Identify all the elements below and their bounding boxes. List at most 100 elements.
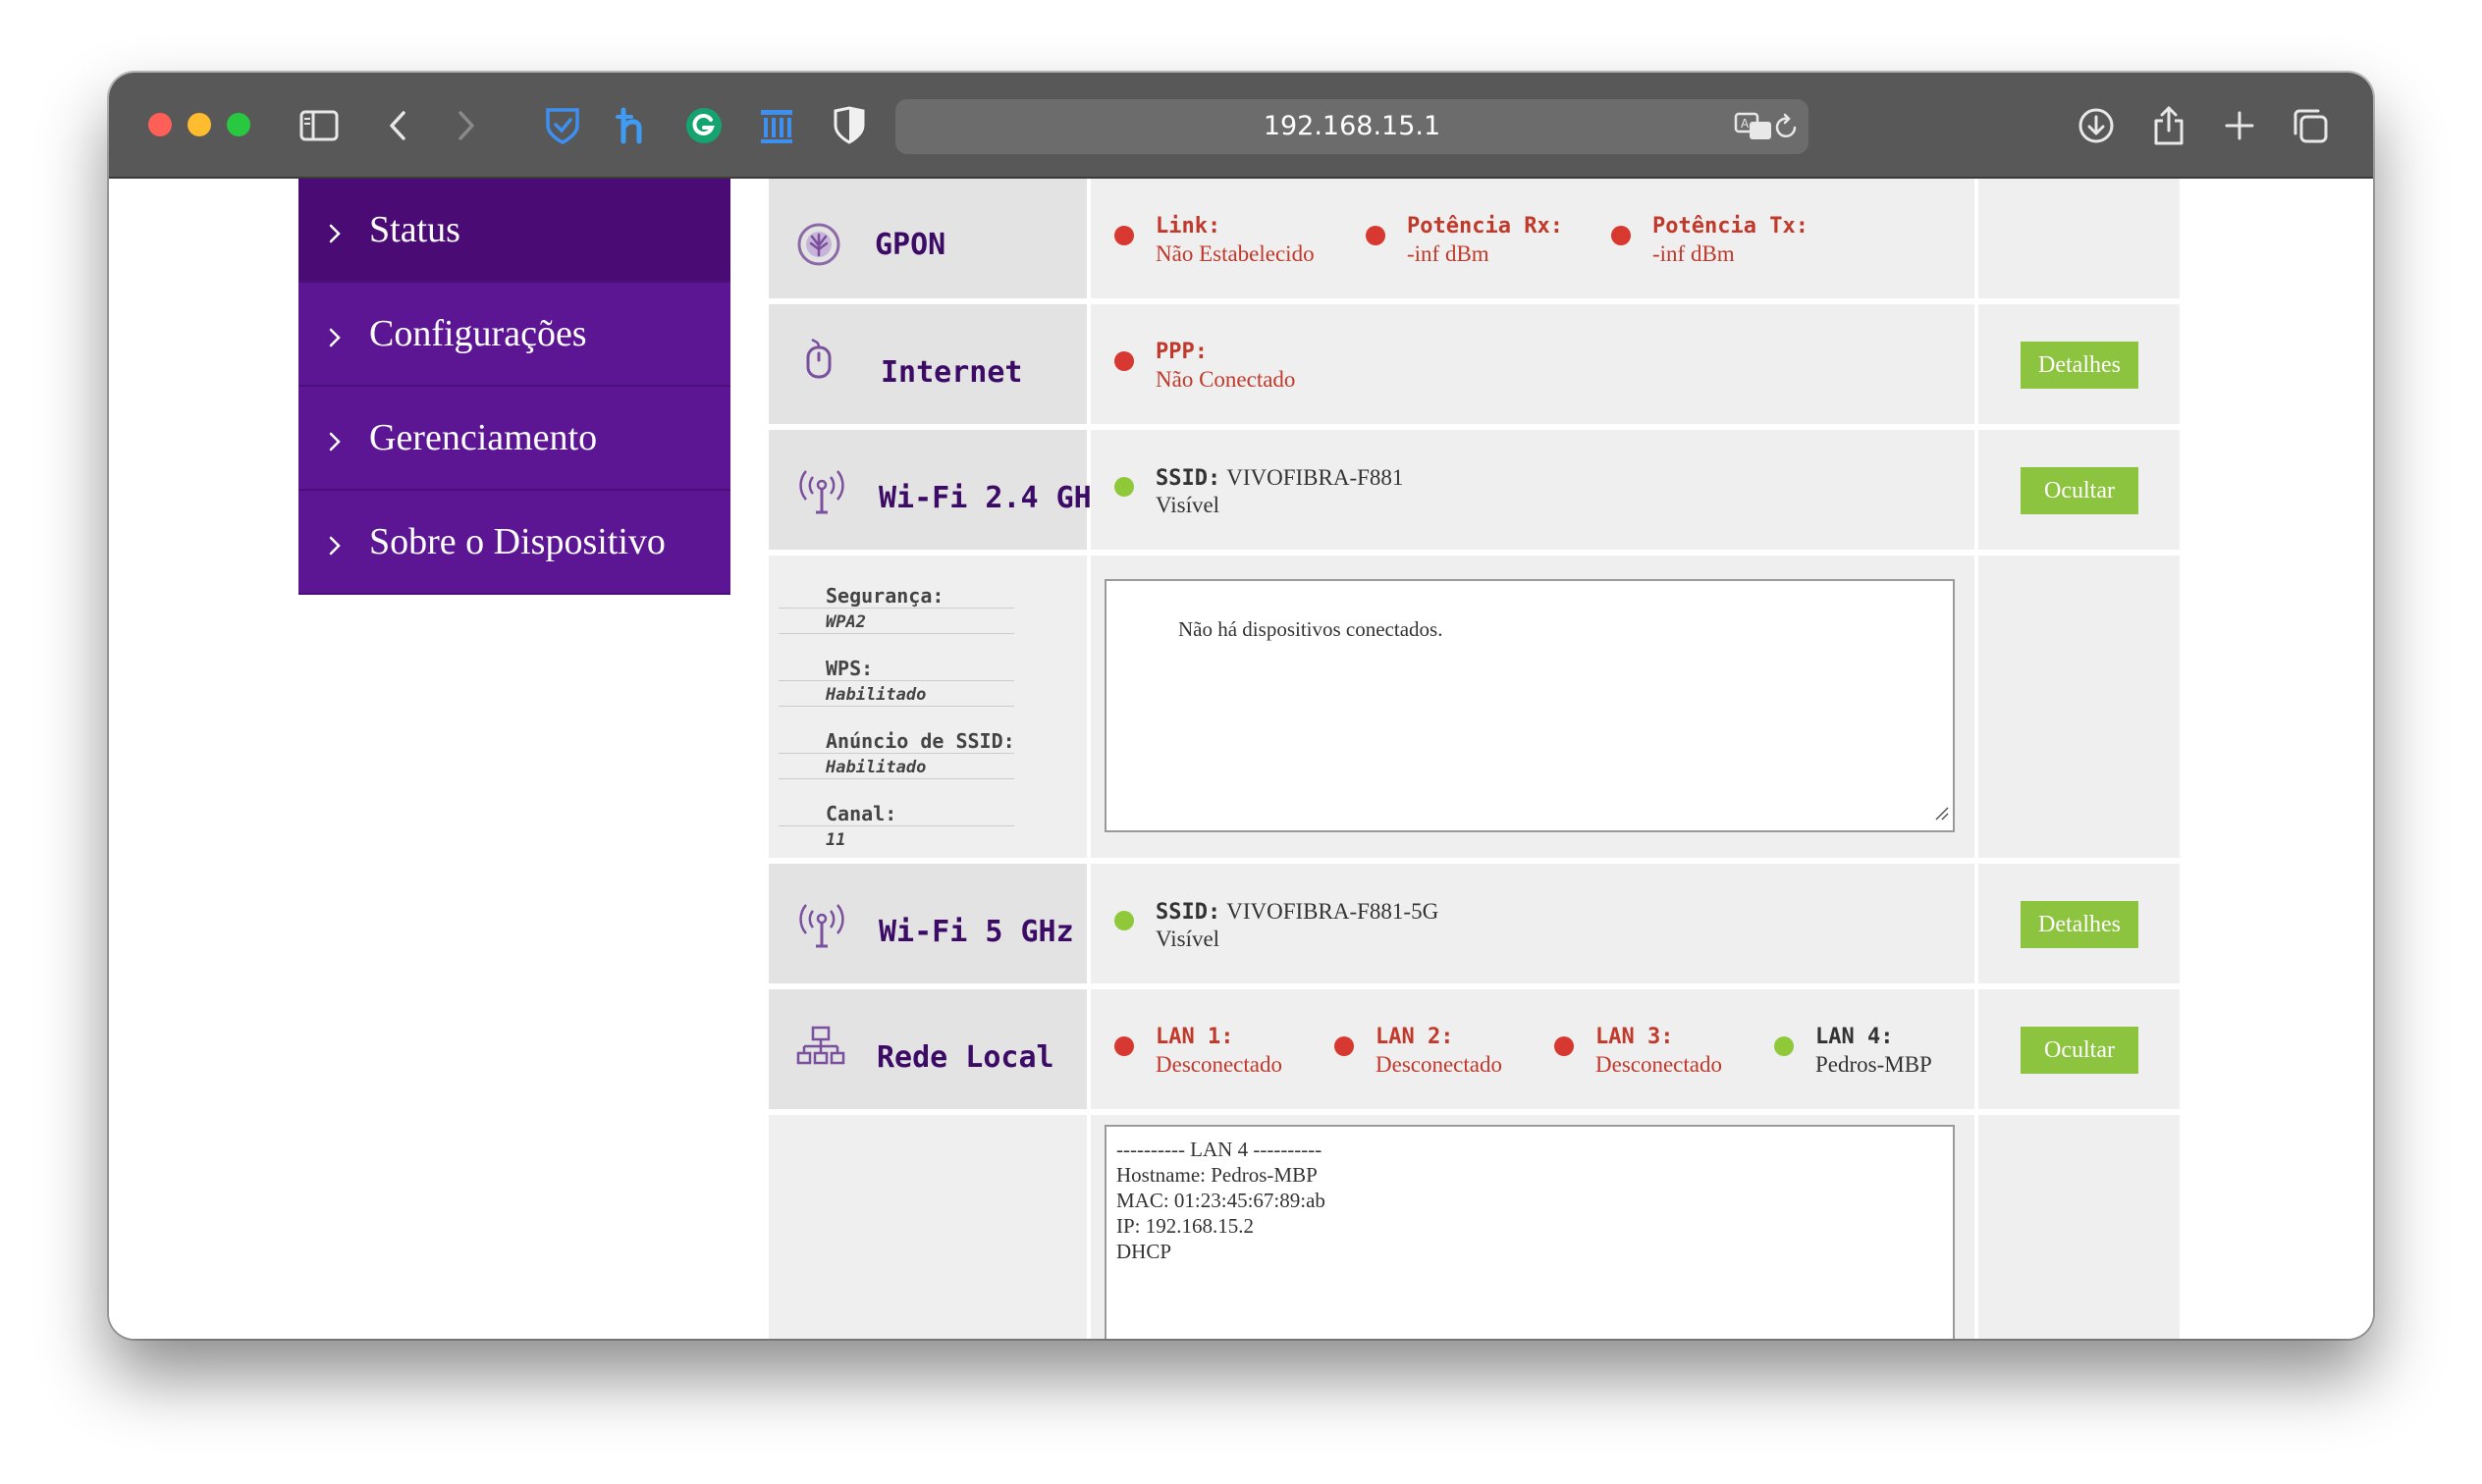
- wifi-24-action-cell: Ocultar: [1978, 430, 2180, 550]
- status-value: -inf dBm: [1407, 241, 1489, 266]
- sidebar-item-label: Sobre o Dispositivo: [369, 521, 666, 562]
- zoom-window-button[interactable]: [227, 113, 250, 136]
- download-icon[interactable]: [2073, 102, 2120, 149]
- svg-text:A: A: [1741, 117, 1750, 131]
- wifi-24-details-row: Segurança: WPA2 WPS: Habilitado Anúncio …: [769, 556, 2180, 858]
- status-value: Visível: [1156, 493, 1220, 517]
- gpon-status-cell: Link: Não Estabelecido Potência Rx: -inf…: [1091, 179, 1974, 298]
- back-icon[interactable]: [374, 102, 421, 149]
- bitwarden-shield-icon[interactable]: [539, 102, 586, 149]
- wifi-24-devices-cell: Não há dispositivos conectados.: [1091, 556, 1974, 858]
- browser-window: 192.168.15.1 A Status Configurações Gere…: [109, 73, 2373, 1339]
- lan-details-action-cell: [1978, 1115, 2180, 1339]
- divider: [779, 753, 1014, 754]
- chevron-right-icon: [328, 318, 342, 357]
- wifi-24-hide-button[interactable]: Ocultar: [2021, 467, 2138, 514]
- wifi-24-title-cell: Wi-Fi 2.4 GHz: [769, 430, 1109, 550]
- status-led: [1114, 911, 1134, 930]
- sidebar-item-configuracoes[interactable]: Configurações: [298, 283, 730, 387]
- minimize-window-button[interactable]: [188, 113, 211, 136]
- lan-title-cell: Rede Local: [769, 989, 1087, 1109]
- ssid-value: VIVOFIBRA-F881-5G: [1226, 899, 1439, 924]
- row-title: Wi-Fi 2.4 GHz: [879, 481, 1109, 515]
- status-key: Link:: [1156, 214, 1221, 238]
- divider: [779, 706, 1014, 707]
- row-title: Internet: [881, 355, 1023, 390]
- honey-h-icon[interactable]: [610, 102, 657, 149]
- archive-icon[interactable]: [753, 102, 800, 149]
- gpon-title-cell: GPON: [769, 179, 1087, 298]
- ssid-key: SSID:: [1156, 900, 1221, 925]
- forward-icon[interactable]: [443, 102, 490, 149]
- wifi-5-details-button[interactable]: Detalhes: [2021, 901, 2138, 948]
- detail-security: Segurança: WPA2: [779, 583, 1024, 656]
- sidebar-item-sobre-o-dispositivo[interactable]: Sobre o Dispositivo: [298, 491, 730, 595]
- internet-details-button[interactable]: Detalhes: [2021, 342, 2138, 389]
- tab-overview-icon[interactable]: [2287, 102, 2334, 149]
- address-bar[interactable]: 192.168.15.1 A: [895, 99, 1808, 154]
- sidebar-item-gerenciamento[interactable]: Gerenciamento: [298, 387, 730, 491]
- status-key: PPP:: [1156, 340, 1208, 364]
- status-key: LAN 4:: [1815, 1025, 1894, 1049]
- sidebar-item-label: Status: [369, 209, 460, 250]
- ssid-value: VIVOFIBRA-F881: [1226, 465, 1404, 490]
- sidebar-item-status[interactable]: Status: [298, 179, 730, 283]
- detail-channel: Canal: 11: [779, 801, 1024, 874]
- status-value: Desconectado: [1156, 1052, 1282, 1077]
- chevron-right-icon: [328, 214, 342, 253]
- sidebar-nav: Status Configurações Gerenciamento Sobre…: [298, 179, 730, 595]
- status-value: Desconectado: [1376, 1052, 1502, 1077]
- internet-status-cell: PPP: Não Conectado: [1091, 304, 1974, 424]
- privacy-shield-icon[interactable]: [826, 102, 873, 149]
- status-value: Visível: [1156, 927, 1220, 951]
- status-key: LAN 3:: [1595, 1025, 1674, 1049]
- wifi-antenna-icon: [796, 465, 845, 514]
- status-key: SSID: VIVOFIBRA-F881-5G: [1156, 897, 1438, 928]
- wifi-5-title-cell: Wi-Fi 5 GHz: [769, 864, 1087, 983]
- status-key: LAN 2:: [1376, 1025, 1454, 1049]
- wifi-24-details-cell: Segurança: WPA2 WPS: Habilitado Anúncio …: [769, 556, 1087, 858]
- resize-handle-icon[interactable]: [1933, 801, 1949, 826]
- status-key: Potência Rx:: [1407, 214, 1563, 238]
- lan-details-row: ---------- LAN 4 ---------- Hostname: Pe…: [769, 1115, 2180, 1339]
- share-icon[interactable]: [2145, 102, 2192, 149]
- chevron-right-icon: [328, 526, 342, 565]
- status-key: SSID: VIVOFIBRA-F881: [1156, 463, 1403, 494]
- status-value: Pedros-MBP: [1815, 1052, 1932, 1077]
- lan-hide-button[interactable]: Ocultar: [2021, 1027, 2138, 1074]
- status-value: Não Estabelecido: [1156, 241, 1315, 266]
- wifi-24-status-cell: SSID: VIVOFIBRA-F881 Visível: [1091, 430, 1974, 550]
- status-led: [1114, 477, 1134, 497]
- grammarly-g-icon[interactable]: [680, 102, 728, 149]
- devices-text: Não há dispositivos conectados.: [1178, 617, 1443, 641]
- new-tab-icon[interactable]: [2216, 102, 2263, 149]
- detail-key: WPS:: [826, 657, 874, 680]
- wifi-24-details-list: Segurança: WPA2 WPS: Habilitado Anúncio …: [779, 583, 1024, 874]
- wifi-antenna-icon: [796, 899, 845, 948]
- sidebar-toggle-icon[interactable]: [296, 102, 343, 149]
- connected-devices-textarea[interactable]: Não há dispositivos conectados.: [1105, 579, 1955, 832]
- lan-details-empty-cell: [769, 1115, 1087, 1339]
- chevron-right-icon: [328, 422, 342, 461]
- wifi-5-status-cell: SSID: VIVOFIBRA-F881-5G Visível: [1091, 864, 1974, 983]
- status-value: Desconectado: [1595, 1052, 1722, 1077]
- url-text: 192.168.15.1: [1263, 111, 1441, 141]
- lan-action-cell: Ocultar: [1978, 989, 2180, 1109]
- row-title: GPON: [875, 228, 946, 262]
- status-value: -inf dBm: [1652, 241, 1735, 266]
- lan-details-textarea[interactable]: ---------- LAN 4 ---------- Hostname: Pe…: [1105, 1125, 1955, 1339]
- detail-value: Habilitado: [826, 685, 927, 705]
- mouse-icon: [796, 338, 845, 387]
- close-window-button[interactable]: [148, 113, 172, 136]
- status-key: LAN 1:: [1156, 1025, 1234, 1049]
- detail-key: Canal:: [826, 802, 897, 825]
- status-led: [1554, 1036, 1574, 1056]
- status-led: [1114, 1036, 1134, 1056]
- detail-key: Segurança:: [826, 584, 944, 608]
- lan-details-cell: ---------- LAN 4 ---------- Hostname: Pe…: [1091, 1115, 1974, 1339]
- detail-wps: WPS: Habilitado: [779, 656, 1024, 728]
- reload-icon[interactable]: [1763, 103, 1810, 150]
- divider: [779, 825, 1014, 826]
- detail-key: Anúncio de SSID:: [826, 729, 1015, 753]
- network-topology-icon: [796, 1025, 845, 1074]
